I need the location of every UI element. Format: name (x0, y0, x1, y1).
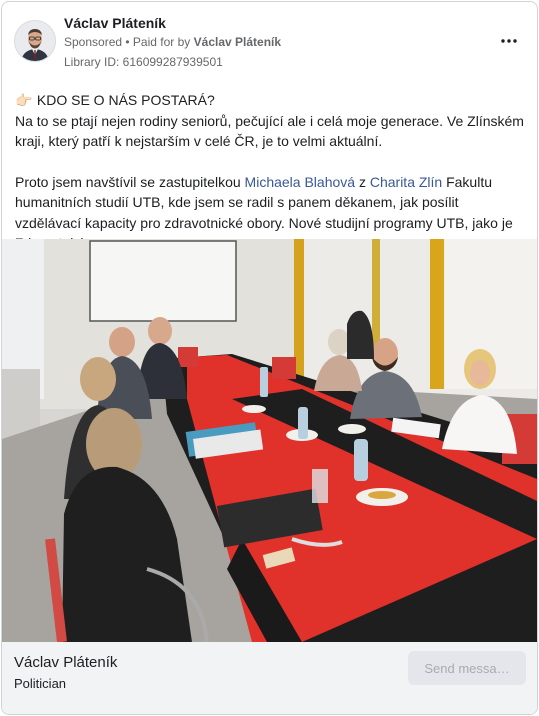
avatar-photo (15, 21, 55, 61)
author-name[interactable]: Václav Pláteník (64, 15, 166, 31)
more-dots-icon[interactable] (501, 32, 517, 43)
pointing-hand-icon: 👉🏻 (15, 92, 33, 108)
send-message-button[interactable]: Send messa… (408, 651, 526, 685)
post-paragraph-1: Na to se ptají nejen rodiny seniorů, peč… (15, 112, 524, 150)
sponsored-label: Sponsored (64, 35, 123, 49)
post-photo[interactable] (2, 239, 537, 643)
meeting-photo-illustration (2, 239, 537, 643)
ad-footer: Václav Pláteník Politician Send messa… (2, 642, 537, 714)
post-text: 👉🏻 KDO SE O NÁS POSTARÁ? Na to se ptají … (15, 90, 527, 254)
paid-for-name: Václav Pláteník (193, 35, 282, 49)
sponsored-line: Sponsored • Paid for by Václav Pláteník (64, 35, 281, 49)
ad-card: Václav Pláteník Sponsored • Paid for by … (1, 1, 538, 715)
paragraph-2-join: z (355, 173, 370, 190)
library-id: Library ID: 616099287939501 (64, 55, 223, 69)
mention-link-michaela[interactable]: Michaela Blahová (245, 174, 356, 190)
post-headline: 👉🏻 KDO SE O NÁS POSTARÁ? (15, 90, 527, 111)
paid-for-prefix: • Paid for by (125, 35, 191, 49)
avatar[interactable] (14, 20, 56, 62)
mention-link-charita[interactable]: Charita Zlín (370, 174, 442, 190)
footer-page-name[interactable]: Václav Pláteník (14, 654, 117, 671)
headline-text: KDO SE O NÁS POSTARÁ? (36, 92, 215, 108)
post-header: Václav Pláteník Sponsored • Paid for by … (2, 2, 537, 72)
footer-page-category: Politician (14, 676, 67, 691)
paragraph-2-start: Proto jsem navštívil se zastupitelkou (15, 173, 245, 190)
